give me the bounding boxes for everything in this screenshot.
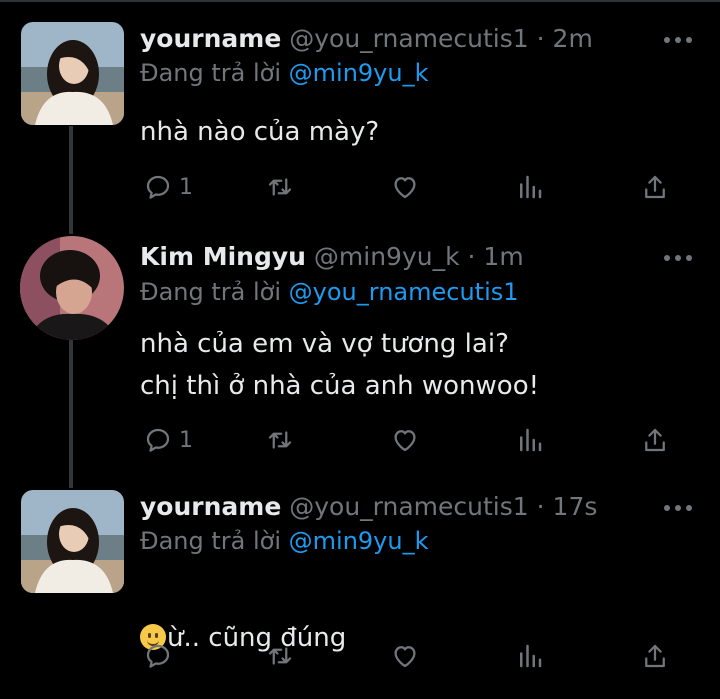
separator-dot: · <box>536 492 545 521</box>
replying-to: Đang trả lời @you_rnamecutis1 <box>140 276 519 308</box>
tweet-header: yourname @you_rnamecutis1 · 17s <box>140 490 597 524</box>
retweet-icon <box>268 178 292 196</box>
share-button[interactable] <box>640 638 670 674</box>
views-icon <box>520 644 542 668</box>
replying-to-label: Đang trả lời <box>140 527 282 555</box>
avatar[interactable] <box>21 22 124 125</box>
retweet-icon <box>268 431 292 449</box>
share-icon <box>645 428 665 452</box>
tweet-text: nhà của em và vợ tương lai? chị thì ở nh… <box>140 329 540 401</box>
reply-button[interactable] <box>143 638 179 674</box>
display-name[interactable]: yourname <box>140 492 281 521</box>
user-handle[interactable]: @you_rnamecutis1 <box>289 492 528 521</box>
retweet-button[interactable] <box>265 422 295 458</box>
girl-profile-photo-icon <box>21 22 124 125</box>
tweet-actions <box>0 638 720 674</box>
timestamp[interactable]: 2m <box>553 24 593 53</box>
replying-to: Đang trả lời @min9yu_k <box>140 57 429 89</box>
display-name[interactable]: Kim Mingyu <box>140 242 306 271</box>
reply-count: 1 <box>179 174 193 200</box>
replying-to-link[interactable]: @min9yu_k <box>289 527 429 555</box>
share-button[interactable] <box>640 169 670 205</box>
replying-to-link[interactable]: @min9yu_k <box>289 59 429 87</box>
reply-button[interactable]: 1 <box>143 169 193 205</box>
share-icon <box>645 644 665 668</box>
timestamp[interactable]: 1m <box>483 242 523 271</box>
reply-icon <box>146 428 170 452</box>
top-divider <box>0 0 720 2</box>
views-icon <box>520 428 542 452</box>
like-button[interactable] <box>390 169 420 205</box>
more-options-icon[interactable] <box>664 254 692 262</box>
separator-dot: · <box>467 242 476 271</box>
timestamp[interactable]: 17s <box>553 492 598 521</box>
tweet-header: yourname @you_rnamecutis1 · 2m <box>140 22 593 56</box>
replying-to-label: Đang trả lời <box>140 59 282 87</box>
reply-button[interactable]: 1 <box>143 422 193 458</box>
views-button[interactable] <box>515 638 545 674</box>
boy-profile-photo-icon <box>20 236 124 340</box>
like-icon <box>394 177 416 199</box>
separator-dot: · <box>536 24 545 53</box>
retweet-button[interactable] <box>265 638 295 674</box>
tweet-header: Kim Mingyu @min9yu_k · 1m <box>140 240 524 274</box>
tweet-text: nhà nào của mày? <box>140 117 380 147</box>
replying-to: Đang trả lời @min9yu_k <box>140 525 429 557</box>
girl-profile-photo-icon <box>21 490 124 593</box>
retweet-button[interactable] <box>265 169 295 205</box>
display-name[interactable]: yourname <box>140 24 281 53</box>
retweet-icon <box>268 647 292 665</box>
user-handle[interactable]: @you_rnamecutis1 <box>289 24 528 53</box>
tweet-actions: 1 <box>0 422 720 458</box>
like-icon <box>394 646 416 668</box>
tweet[interactable]: Kim Mingyu @min9yu_k · 1m Đang trả lời @… <box>0 236 720 486</box>
reply-count: 1 <box>179 427 193 453</box>
tweet[interactable]: yourname @you_rnamecutis1 · 17s Đang trả… <box>0 490 720 690</box>
views-button[interactable] <box>515 169 545 205</box>
avatar[interactable] <box>20 236 124 340</box>
share-icon <box>645 175 665 199</box>
more-options-icon[interactable] <box>664 36 692 44</box>
more-options-icon[interactable] <box>664 504 692 512</box>
like-button[interactable] <box>390 638 420 674</box>
avatar[interactable] <box>21 490 124 593</box>
reply-icon <box>146 644 170 668</box>
views-button[interactable] <box>515 422 545 458</box>
views-icon <box>520 175 542 199</box>
tweet-actions: 1 <box>0 169 720 205</box>
tweet[interactable]: yourname @you_rnamecutis1 · 2m Đang trả … <box>0 22 720 237</box>
reply-icon <box>146 175 170 199</box>
like-button[interactable] <box>390 422 420 458</box>
like-icon <box>394 430 416 452</box>
replying-to-link[interactable]: @you_rnamecutis1 <box>289 278 519 306</box>
share-button[interactable] <box>640 422 670 458</box>
replying-to-label: Đang trả lời <box>140 278 282 306</box>
user-handle[interactable]: @min9yu_k <box>314 242 460 271</box>
